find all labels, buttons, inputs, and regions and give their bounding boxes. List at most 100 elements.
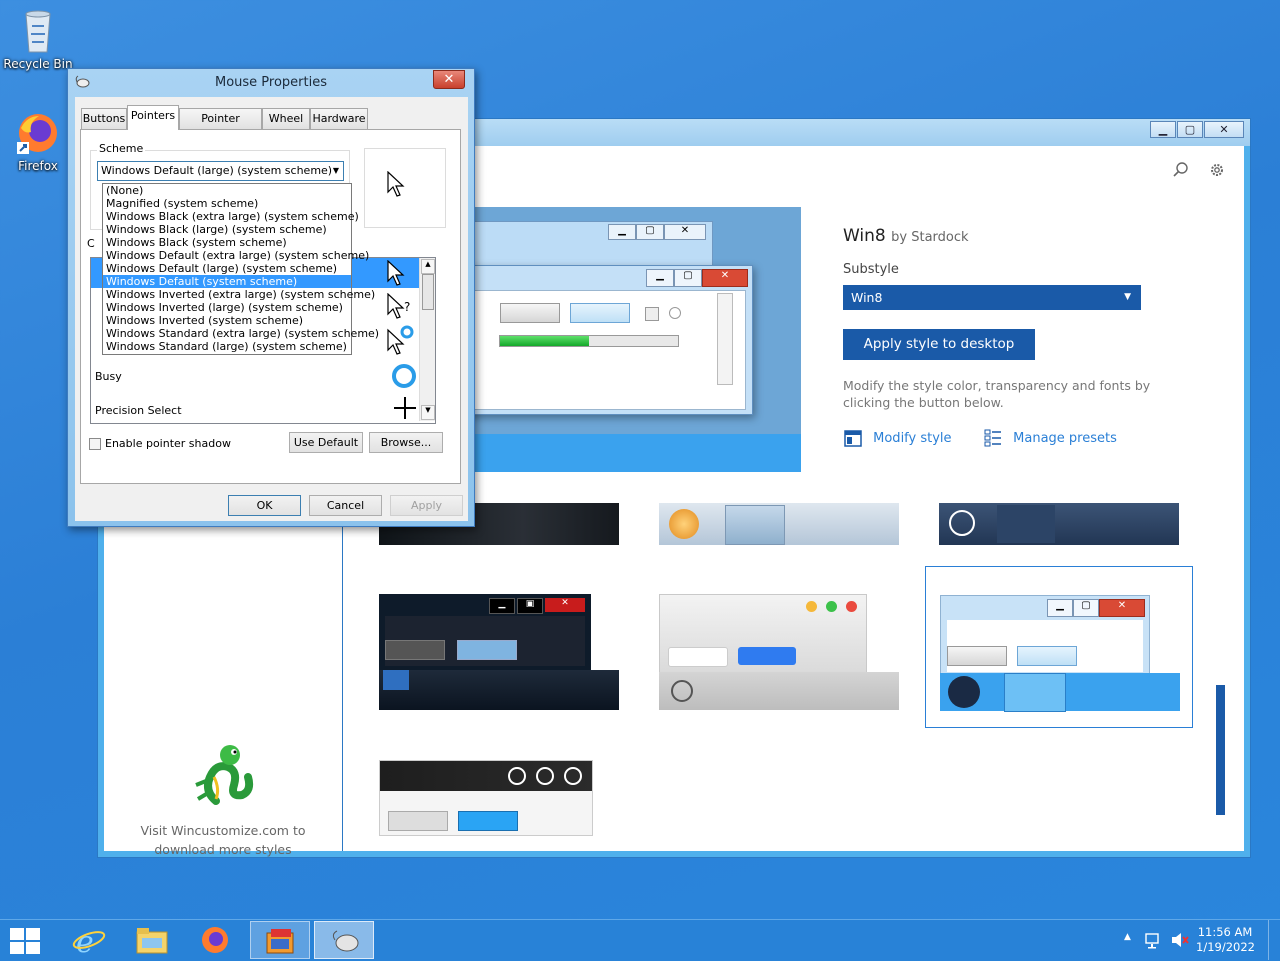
- pointer-row-busy[interactable]: Busy: [95, 370, 122, 383]
- substyle-value: Win8: [851, 290, 883, 305]
- product-heading: Win8 by Stardock: [843, 226, 1183, 246]
- scheme-dropdown-list[interactable]: (None) Magnified (system scheme) Windows…: [102, 183, 379, 355]
- style-thumbnail[interactable]: [379, 760, 619, 836]
- scroll-thumb[interactable]: [422, 274, 434, 310]
- chevron-down-icon: ▼: [1124, 292, 1131, 302]
- pointer-preview-box: [364, 148, 446, 228]
- apply-button[interactable]: Apply: [390, 495, 463, 516]
- product-author: by Stardock: [891, 230, 969, 245]
- clock-date: 1/19/2022: [1196, 940, 1255, 954]
- presets-list-icon: [984, 429, 1001, 447]
- tray-overflow-chevron-icon[interactable]: ▲: [1124, 932, 1131, 942]
- file-explorer-icon[interactable]: [136, 926, 168, 954]
- clock[interactable]: 11:56 AM 1/19/2022: [1196, 925, 1255, 955]
- gallery-scrollbar[interactable]: [1216, 685, 1225, 815]
- enable-shadow-checkbox[interactable]: [89, 438, 101, 450]
- customize-label: C: [87, 237, 95, 250]
- scheme-option[interactable]: Windows Default (extra large) (system sc…: [103, 249, 369, 262]
- ok-button[interactable]: OK: [228, 495, 301, 516]
- scheme-option[interactable]: Windows Black (large) (system scheme): [103, 223, 351, 236]
- style-thumbnail[interactable]: [939, 503, 1179, 545]
- minimize-button[interactable]: ▁: [1150, 121, 1176, 138]
- chevron-down-icon: ▼: [332, 166, 339, 175]
- scheme-option[interactable]: Windows Default (large) (system scheme): [103, 262, 351, 275]
- substyle-label: Substyle: [843, 262, 899, 277]
- product-name: Win8: [843, 226, 886, 246]
- scroll-up-arrow[interactable]: ▲: [421, 259, 435, 274]
- scheme-option[interactable]: Magnified (system scheme): [103, 197, 351, 210]
- apply-style-button[interactable]: Apply style to desktop: [843, 329, 1035, 360]
- taskbar: e ▲ 11:56 AM 1/19/2022: [0, 919, 1280, 961]
- taskbar-button-stardock[interactable]: [250, 921, 310, 959]
- scheme-option[interactable]: Windows Inverted (large) (system scheme): [103, 301, 351, 314]
- dialog-title: Mouse Properties: [214, 75, 327, 90]
- tab-buttons[interactable]: Buttons: [81, 108, 127, 129]
- visit-text-line1: Visit Wincustomize.com to: [140, 823, 306, 838]
- manage-presets-link[interactable]: Manage presets: [983, 428, 1117, 448]
- substyle-dropdown[interactable]: Win8 ▼: [843, 285, 1141, 310]
- help-select-cursor-icon: ?: [387, 293, 410, 319]
- gecko-mascot-icon: [195, 745, 254, 805]
- use-default-button[interactable]: Use Default: [289, 432, 363, 453]
- show-desktop-button[interactable]: [1268, 920, 1280, 960]
- desktop-icon-label: Firefox: [18, 159, 58, 173]
- scheme-option[interactable]: Windows Black (system scheme): [103, 236, 351, 249]
- tab-wheel[interactable]: Wheel: [262, 108, 310, 129]
- taskbar-button-mouse-properties[interactable]: [314, 921, 374, 959]
- scheme-option[interactable]: Windows Black (extra large) (system sche…: [103, 210, 359, 223]
- scheme-option-highlighted[interactable]: Windows Default (system scheme): [103, 275, 351, 288]
- style-info: Win8 by Stardock Substyle Win8 ▼ Apply s…: [843, 226, 1183, 447]
- scheme-option[interactable]: (None): [103, 184, 351, 197]
- desktop-icon-recycle-bin[interactable]: Recycle Bin: [0, 6, 76, 71]
- list-scrollbar[interactable]: ▲ ▼: [419, 258, 435, 421]
- scheme-option[interactable]: Windows Standard (extra large) (system s…: [103, 327, 379, 340]
- clock-time: 11:56 AM: [1197, 925, 1253, 939]
- style-thumbnail[interactable]: [659, 503, 899, 545]
- scroll-down-arrow[interactable]: ▼: [421, 405, 435, 420]
- tab-pointers[interactable]: Pointers: [127, 105, 179, 130]
- volume-muted-icon[interactable]: [1170, 931, 1190, 949]
- start-icon[interactable]: [10, 928, 40, 954]
- pointer-row-precision-select[interactable]: Precision Select: [95, 404, 182, 417]
- arrow-cursor-icon: [387, 260, 405, 286]
- visit-text[interactable]: Visit Wincustomize.com to download more …: [104, 821, 342, 859]
- style-thumbnail-selected[interactable]: ▁ ▢ ✕: [925, 566, 1193, 728]
- svg-text:e: e: [76, 925, 94, 956]
- enable-shadow-label[interactable]: Enable pointer shadow: [105, 437, 231, 450]
- browse-button[interactable]: Browse...: [369, 432, 443, 453]
- firefox-icon[interactable]: [200, 925, 230, 955]
- svg-text:?: ?: [404, 300, 410, 314]
- working-in-background-cursor-icon: [387, 325, 414, 355]
- scheme-option[interactable]: Windows Inverted (system scheme): [103, 314, 351, 327]
- network-icon[interactable]: [1145, 931, 1163, 949]
- modify-style-icon: [844, 430, 862, 447]
- scheme-label: Scheme: [97, 142, 146, 155]
- crosshair-cursor-icon: [394, 397, 416, 419]
- modify-style-link[interactable]: Modify style: [843, 428, 952, 448]
- cancel-button[interactable]: Cancel: [309, 495, 382, 516]
- close-button[interactable]: ✕: [1204, 121, 1244, 138]
- mouse-properties-icon: [332, 930, 359, 952]
- scheme-dropdown[interactable]: Windows Default (large) (system scheme) …: [97, 161, 344, 181]
- tab-pointer-options[interactable]: Pointer Options: [179, 108, 262, 145]
- desktop-icon-label: Recycle Bin: [3, 57, 73, 71]
- modify-style-label: Modify style: [873, 430, 952, 446]
- scheme-option[interactable]: Windows Inverted (extra large) (system s…: [103, 288, 375, 301]
- style-thumbnail[interactable]: ▁ ▣ ✕: [379, 594, 619, 710]
- firefox-icon: [17, 114, 57, 154]
- tab-hardware[interactable]: Hardware: [310, 108, 368, 129]
- maximize-button[interactable]: ▢: [1177, 121, 1203, 138]
- manage-presets-label: Manage presets: [1013, 430, 1117, 446]
- mouse-properties-dialog: Mouse Properties ✕ Buttons Pointers Poin…: [67, 68, 475, 527]
- desktop-icon-firefox[interactable]: Firefox: [0, 110, 76, 173]
- style-thumbnail[interactable]: [659, 594, 899, 710]
- scheme-option[interactable]: Windows Standard (large) (system scheme): [103, 340, 351, 353]
- internet-explorer-icon[interactable]: e: [72, 924, 106, 956]
- visit-text-line2: download more styles: [154, 842, 292, 857]
- gear-icon[interactable]: [1209, 162, 1225, 178]
- arrow-cursor-icon: [387, 171, 405, 197]
- style-gallery: ▁ ▢ ✕ ▁ ▢ ✕ Win8 by Stardock Substyle Wi…: [343, 146, 1244, 851]
- close-button[interactable]: ✕: [433, 70, 465, 89]
- search-icon[interactable]: [1173, 162, 1189, 178]
- stardock-app-icon: [266, 929, 294, 954]
